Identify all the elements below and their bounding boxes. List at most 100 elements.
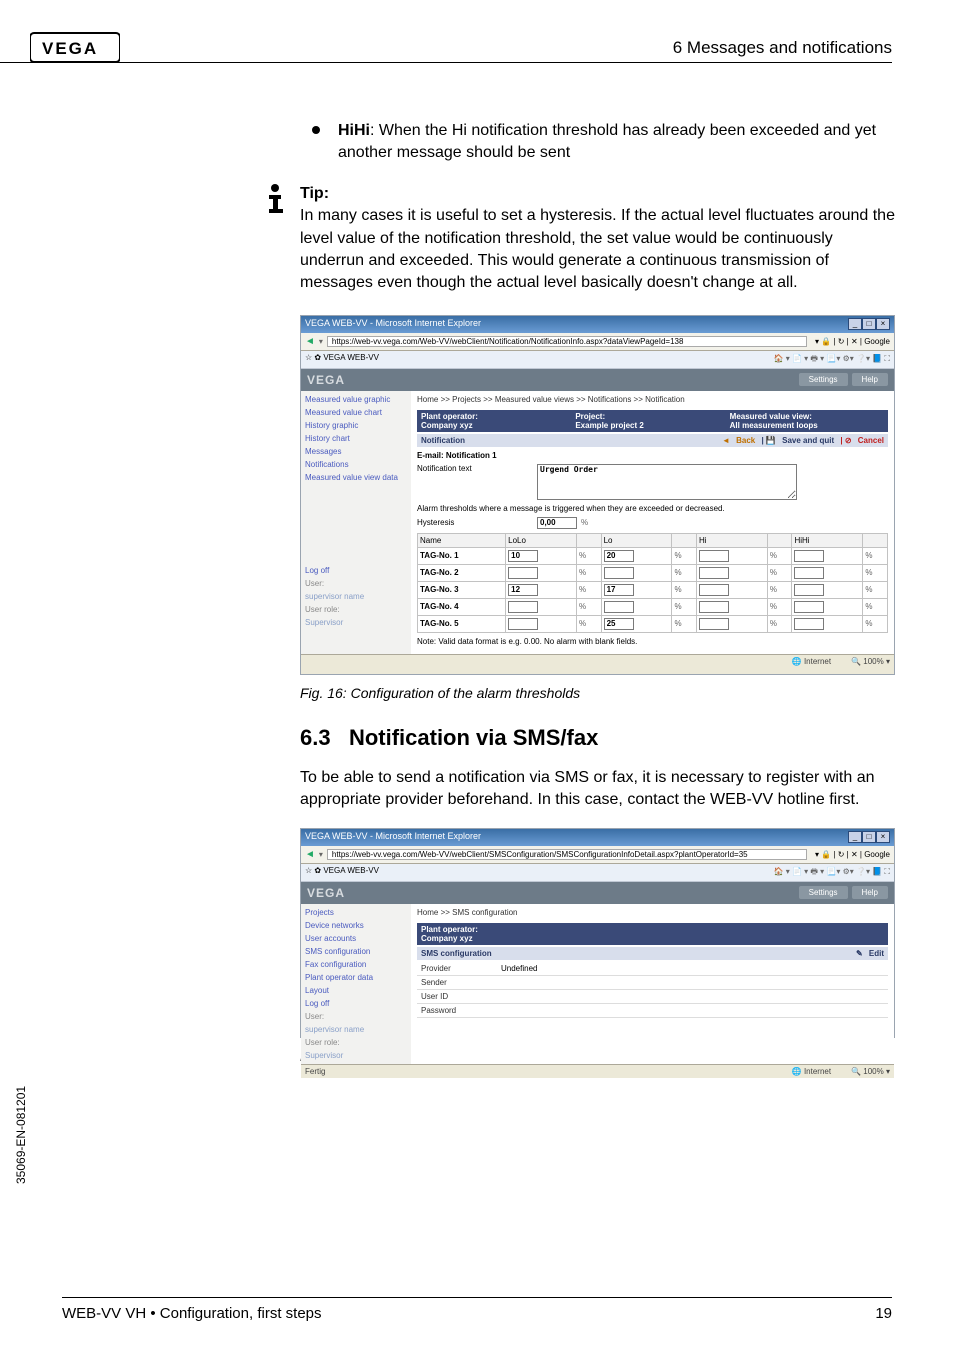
header-rule [0,62,892,63]
panel-title: SMS configuration [421,949,492,958]
table-row: TAG-No. 2 % % % % [418,564,888,581]
provider-label: Provider [421,964,501,973]
svg-text:VEGA: VEGA [42,39,98,58]
hihi-input[interactable] [794,601,824,613]
role-label: User role: [301,1036,411,1049]
sidebar-item[interactable]: Log off [301,997,411,1010]
page-number: 19 [875,1305,892,1322]
section-heading-63: 6.3 Notification via SMS/fax [300,725,895,751]
role-value: Supervisor [301,616,411,629]
sidebar-item[interactable]: SMS configuration [301,945,411,958]
hi-input[interactable] [699,567,729,579]
user-value: supervisor name [301,1023,411,1036]
password-label: Password [421,1006,501,1015]
nav-back-icon[interactable]: ◄ [305,336,315,347]
settings-button[interactable]: Settings [799,373,848,386]
bullet-text: : When the Hi notification threshold has… [338,122,876,161]
browser-tab[interactable]: ☆ ✿ VEGA WEB-VV [305,866,379,875]
lolo-input[interactable] [508,550,538,562]
role-label: User role: [301,603,411,616]
sidebar-item[interactable]: Measured value chart [301,406,411,419]
lolo-input[interactable] [508,601,538,613]
role-value: Supervisor [301,1049,411,1062]
hihi-input[interactable] [794,618,824,630]
sidebar-item[interactable]: Projects [301,906,411,919]
sidebar-item[interactable]: Layout [301,984,411,997]
table-row: TAG-No. 3 % % % % [418,581,888,598]
lo-input[interactable] [604,567,634,579]
notification-text-input[interactable]: Urgend Order [537,464,797,500]
userid-label: User ID [421,992,501,1001]
sidebar-item[interactable]: History graphic [301,419,411,432]
nav-back-icon[interactable]: ◄ [305,849,315,860]
hi-input[interactable] [699,618,729,630]
lo-input[interactable] [604,584,634,596]
lolo-input[interactable] [508,618,538,630]
status-internet: 🌐 Internet [792,1067,831,1076]
bullet-icon [312,126,320,134]
hysteresis-label: Hysteresis [417,518,537,527]
tip-block: Tip: In many cases it is useful to set a… [300,183,895,295]
edit-button[interactable]: ✎ Edit [856,949,884,958]
threshold-table: Name LoLo Lo Hi HiHi TAG-No. 1 % % % % [417,533,888,633]
browser-tab[interactable]: ☆ ✿ VEGA WEB-VV [305,353,379,362]
sidebar-item[interactable]: Device networks [301,919,411,932]
threshold-desc: Alarm thresholds where a message is trig… [417,504,888,513]
sidebar-item[interactable]: History chart [301,432,411,445]
plant-op-value: Company xyz [421,934,473,943]
sidebar-item[interactable]: Plant operator data [301,971,411,984]
hysteresis-input[interactable] [537,517,577,529]
footer-rule [62,1297,892,1298]
breadcrumb: Home >> SMS configuration [417,908,888,917]
hihi-input[interactable] [794,584,824,596]
hi-input[interactable] [699,550,729,562]
lolo-input[interactable] [508,584,538,596]
window-buttons[interactable]: _□× [848,831,890,844]
header-section-title: 6 Messages and notifications [673,38,892,58]
section-paragraph: To be able to send a notification via SM… [300,767,895,812]
address-bar[interactable]: https://web-vv.vega.com/Web-VV/webClient… [327,336,807,347]
col-lo: Lo [601,533,672,547]
plant-op-value: Company xyz [421,421,473,430]
provider-value: Undefined [501,964,537,973]
window-title: VEGA WEB-VV - Microsoft Internet Explore… [305,318,481,331]
sidebar-item[interactable]: Fax configuration [301,958,411,971]
tip-body: In many cases it is useful to set a hyst… [300,207,895,291]
col-lolo: LoLo [506,533,577,547]
logoff-link[interactable]: Log off [301,564,411,577]
help-button[interactable]: Help [852,373,888,386]
sender-label: Sender [421,978,501,987]
settings-button[interactable]: Settings [799,886,848,899]
lo-input[interactable] [604,550,634,562]
lo-input[interactable] [604,601,634,613]
hihi-input[interactable] [794,550,824,562]
sidebar-item[interactable]: User accounts [301,932,411,945]
status-text: Fertig [305,1067,325,1076]
sidebar-item[interactable]: Messages [301,445,411,458]
panel-title: Notification [421,436,465,445]
hi-input[interactable] [699,584,729,596]
sidebar-item[interactable]: Measured value view data [301,471,411,484]
back-button[interactable]: ◄ Back [722,436,755,445]
footer-title: WEB-VV VH • Configuration, first steps [62,1305,322,1322]
tip-title: Tip: [300,185,329,202]
window-title: VEGA WEB-VV - Microsoft Internet Explore… [305,831,481,844]
email-notif-label: E-mail: Notification 1 [417,451,497,460]
screenshot-notification-config: VEGA WEB-VV - Microsoft Internet Explore… [300,315,895,675]
sidebar-item[interactable]: Measured value graphic [301,393,411,406]
sidebar-item[interactable]: Notifications [301,458,411,471]
help-button[interactable]: Help [852,886,888,899]
address-bar[interactable]: https://web-vv.vega.com/Web-VV/webClient… [327,849,807,860]
lo-input[interactable] [604,618,634,630]
col-hi: Hi [697,533,768,547]
hi-input[interactable] [699,601,729,613]
screenshot-sms-config: VEGA WEB-VV - Microsoft Internet Explore… [300,828,895,1038]
cancel-button[interactable]: | ⊘ Cancel [840,436,884,445]
status-internet: 🌐 Internet [792,657,831,666]
window-buttons[interactable]: _□× [848,318,890,331]
lolo-input[interactable] [508,567,538,579]
plant-op-label: Plant operator: [421,925,478,934]
save-button[interactable]: | 💾 Save and quit [761,436,834,445]
hihi-input[interactable] [794,567,824,579]
col-name: Name [418,533,506,547]
